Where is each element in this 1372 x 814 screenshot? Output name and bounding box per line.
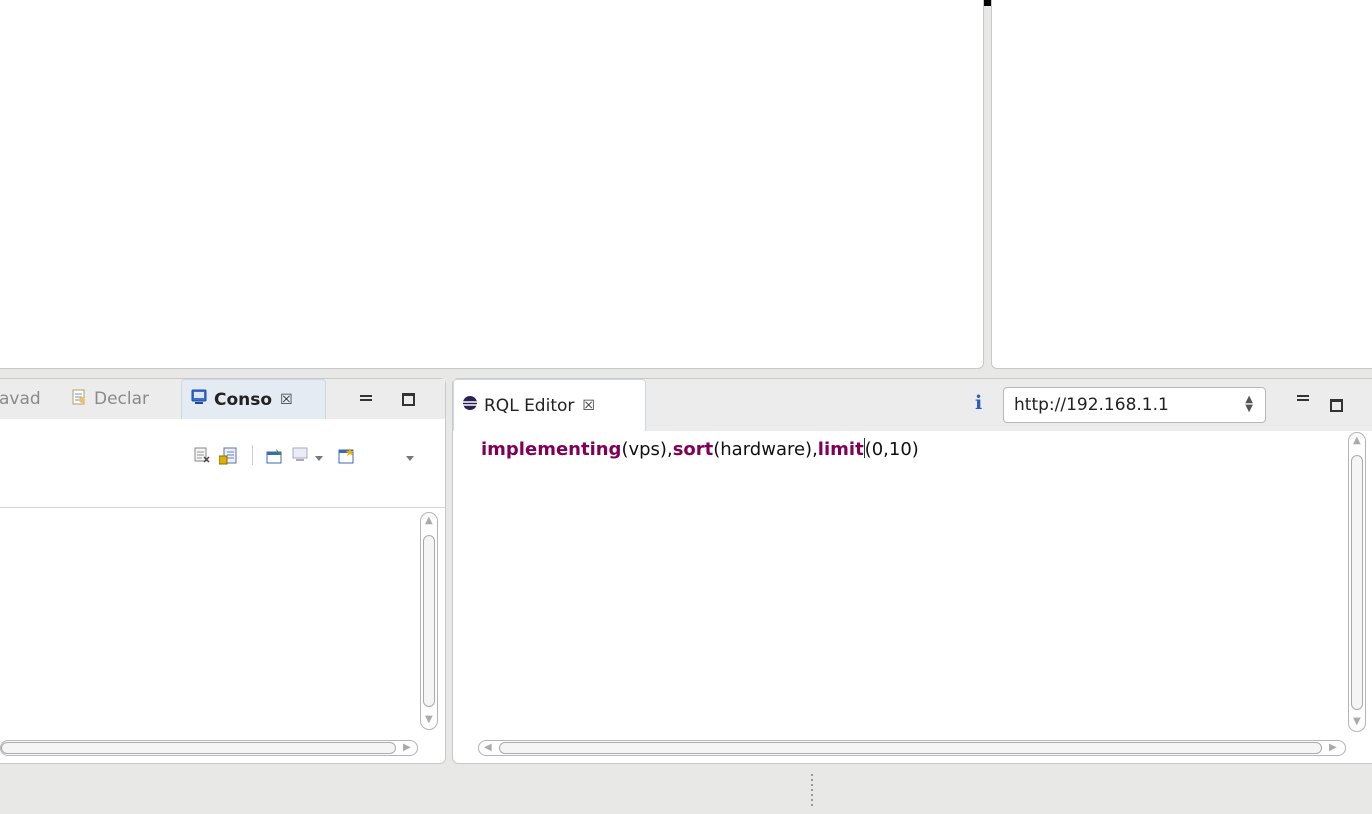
scroll-right-arrow[interactable]: ▶ [1329, 743, 1337, 753]
status-bar [0, 765, 1372, 814]
scroll-down-arrow[interactable]: ▼ [1353, 717, 1361, 727]
tab-javadoc-label: avad [0, 389, 41, 409]
close-icon[interactable]: ☒ [582, 398, 595, 414]
spinner-arrows-icon[interactable]: ▲ ▼ [1245, 395, 1253, 414]
status-bar-separator[interactable] [811, 774, 813, 808]
scroll-right-arrow[interactable]: ▶ [403, 743, 411, 753]
keyword-limit: limit [817, 439, 864, 460]
editor-vertical-scrollbar[interactable]: ▲ ▼ [1348, 432, 1366, 732]
console-toolbar [0, 419, 445, 508]
scroll-up-arrow[interactable]: ▲ [1353, 436, 1361, 446]
chevron-down-icon[interactable] [315, 456, 323, 461]
scroll-thumb[interactable] [1, 742, 396, 754]
close-icon[interactable]: ☒ [280, 392, 293, 408]
arg-hardware: (hardware), [713, 439, 818, 460]
keyword-implementing: implementing [481, 439, 622, 460]
scroll-thumb[interactable] [1351, 455, 1363, 710]
arg-limit: (0,10) [864, 439, 919, 460]
tab-declaration-label: Declar [94, 389, 150, 409]
maximize-button[interactable] [1330, 399, 1343, 412]
editor-horizontal-scrollbar[interactable]: ◀ ▶ [478, 740, 1346, 756]
scroll-down-arrow[interactable]: ▼ [425, 715, 433, 725]
console-tabstrip: avad Declar Conso ☒ [0, 379, 445, 419]
declaration-icon [70, 388, 88, 411]
keyword-sort: sort [672, 439, 714, 460]
scroll-lock-icon[interactable] [218, 447, 237, 465]
toolbar-separator [252, 445, 253, 465]
info-icon[interactable]: i [975, 392, 982, 414]
minimize-button[interactable] [1297, 395, 1309, 401]
console-icon [190, 388, 208, 411]
maximize-button[interactable] [402, 393, 415, 406]
eclipse-icon [462, 395, 478, 416]
rql-query-text[interactable]: implementing(vps),sort(hardware),limit(0… [481, 438, 919, 460]
scroll-thumb[interactable] [423, 535, 435, 707]
rql-editor-panel [452, 378, 1372, 764]
scroll-thumb[interactable] [499, 742, 1322, 754]
display-selected-console-icon[interactable] [292, 447, 308, 463]
clear-console-icon[interactable] [194, 447, 210, 463]
upper-right-panel [991, 0, 1372, 369]
chevron-down-icon[interactable] [406, 456, 414, 461]
tab-console[interactable]: Conso ☒ [181, 379, 326, 419]
server-url-combo[interactable]: http://192.168.1.1 ▲ ▼ [1003, 387, 1266, 423]
tab-rql-editor-label: RQL Editor [484, 395, 575, 416]
open-console-icon[interactable] [338, 447, 354, 464]
server-url-value: http://192.168.1.1 [1014, 395, 1169, 415]
tab-console-label: Conso [214, 389, 273, 410]
minimize-button[interactable] [360, 395, 372, 401]
tab-javadoc[interactable]: avad [0, 379, 41, 419]
arg-vps: (vps), [621, 439, 673, 460]
console-horizontal-scrollbar[interactable]: ▶ [0, 740, 418, 756]
upper-left-panel [0, 0, 984, 369]
tab-rql-editor[interactable]: RQL Editor ☒ [453, 379, 646, 431]
console-vertical-scrollbar[interactable]: ▲ ▼ [420, 512, 438, 730]
tab-declaration[interactable]: Declar [70, 379, 149, 419]
pin-console-icon[interactable] [266, 447, 282, 464]
scroll-left-arrow[interactable]: ◀ [484, 743, 492, 753]
scroll-up-arrow[interactable]: ▲ [425, 516, 433, 526]
